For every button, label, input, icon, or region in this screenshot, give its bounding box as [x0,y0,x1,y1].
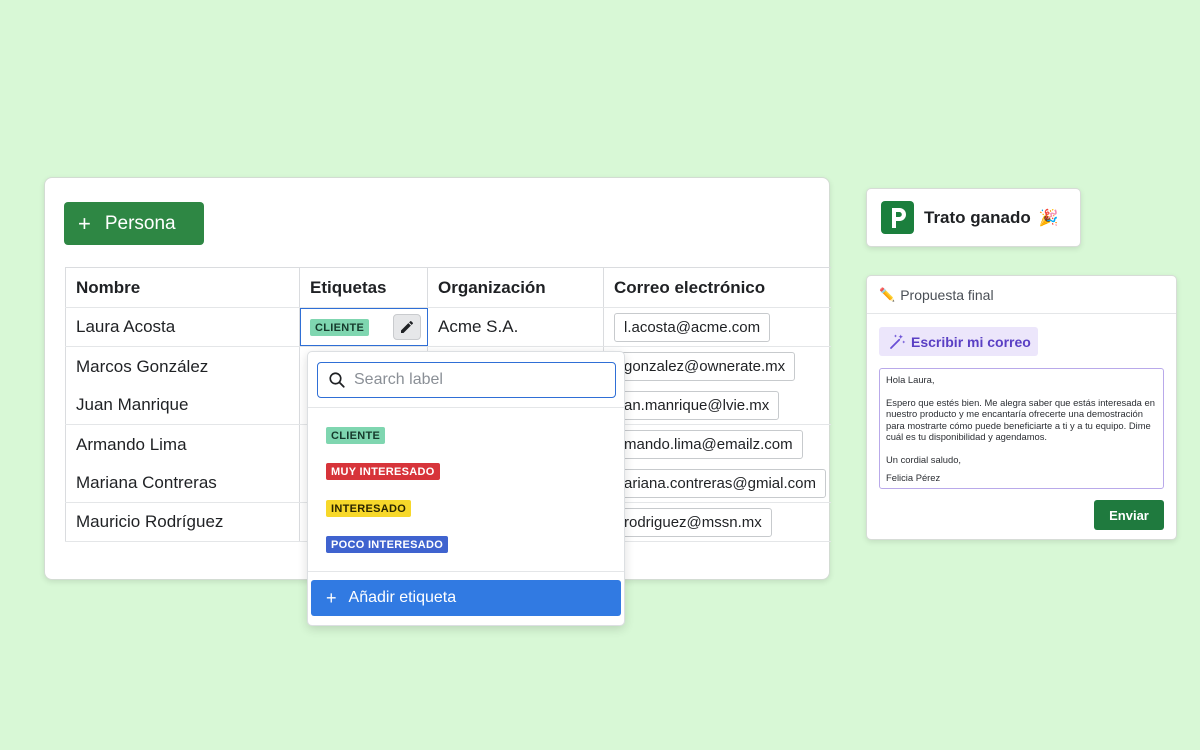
plus-icon: + [78,210,91,236]
table-row[interactable]: Laura Acosta CLIENTE Acme S.A. l.acosta@… [65,308,831,347]
edit-labels-button[interactable] [393,314,421,340]
pencil-icon: ✏️ [879,286,896,302]
add-label-text: Añadir etiqueta [348,589,457,606]
email-cell: an.manrique@lvie.mx [604,386,831,424]
email-signature: Felicia Pérez [886,472,941,483]
label-option-muy-interesado[interactable]: MUY INTERESADO [326,463,440,480]
proposal-header: ✏️ Propuesta final [867,276,1176,314]
email-chip[interactable]: ariana.contreras@gmial.com [614,468,826,498]
write-email-ai-button[interactable]: Escribir mi correo [879,327,1038,356]
send-button[interactable]: Enviar [1094,500,1164,530]
add-person-label: Persona [104,212,176,234]
email-chip[interactable]: mando.lima@emailz.com [614,430,803,459]
add-label-button[interactable]: + Añadir etiqueta [311,580,621,616]
label-option-poco-interesado[interactable]: POCO INTERESADO [326,536,449,553]
email-body-textarea[interactable]: Hola Laura, Espero que estés bien. Me al… [879,368,1164,489]
divider [308,407,624,408]
email-closing: Un cordial saludo, [886,453,962,465]
email-chip[interactable]: gonzalez@ownerate.mx [614,352,796,381]
plus-icon: + [326,588,337,608]
deal-won-text: Trato ganado [924,207,1031,227]
write-email-label: Escribir mi correo [911,333,1031,350]
pipedrive-logo-icon [881,201,914,234]
column-header-labels[interactable]: Etiquetas [300,268,428,307]
contact-name[interactable]: Armando Lima [65,425,300,464]
proposal-card: ✏️ Propuesta final Escribir mi correo Ho… [866,275,1177,540]
label-option-interesado[interactable]: INTERESADO [326,500,412,517]
email-cell: ariana.contreras@gmial.com [604,464,831,502]
pencil-icon [401,320,414,333]
search-icon [329,372,345,388]
label-dropdown: CLIENTE MUY INTERESADO INTERESADO POCO I… [307,351,625,626]
email-cell: rodriguez@mssn.mx [604,503,831,541]
email-greeting: Hola Laura, [886,374,935,385]
proposal-title: Propuesta final [900,286,994,303]
column-header-email[interactable]: Correo electrónico [604,268,831,307]
contact-name[interactable]: Mariana Contreras [65,464,300,502]
contact-name[interactable]: Marcos González [65,347,300,386]
table-header: Nombre Etiquetas Organización Correo ele… [65,267,831,308]
email-cell: mando.lima@emailz.com [604,425,831,464]
email-chip[interactable]: an.manrique@lvie.mx [614,390,780,420]
divider [308,571,624,572]
label-option-cliente[interactable]: CLIENTE [326,427,386,444]
email-cell: gonzalez@ownerate.mx [604,347,831,386]
search-label-box [317,362,616,398]
email-chip[interactable]: l.acosta@acme.com [614,312,771,342]
contact-name[interactable]: Laura Acosta [65,308,300,346]
contact-name[interactable]: Mauricio Rodríguez [65,503,300,541]
email-cell: l.acosta@acme.com [604,308,831,346]
email-chip[interactable]: rodriguez@mssn.mx [614,507,772,537]
add-person-button[interactable]: + Persona [64,202,204,245]
party-popper-icon: 🎉 [1038,209,1059,227]
labels-cell[interactable]: CLIENTE [300,308,428,346]
column-header-organization[interactable]: Organización [428,268,604,307]
contact-name[interactable]: Juan Manrique [65,386,300,424]
deal-won-notification: Trato ganado 🎉 [866,188,1081,247]
column-header-name[interactable]: Nombre [65,268,300,307]
search-label-input[interactable] [354,371,604,389]
tag-cliente: CLIENTE [310,318,370,336]
magic-wand-icon [890,334,906,349]
email-paragraph: Espero que estés bien. Me alegra saber q… [886,396,1155,443]
organization-name[interactable]: Acme S.A. [428,308,604,346]
